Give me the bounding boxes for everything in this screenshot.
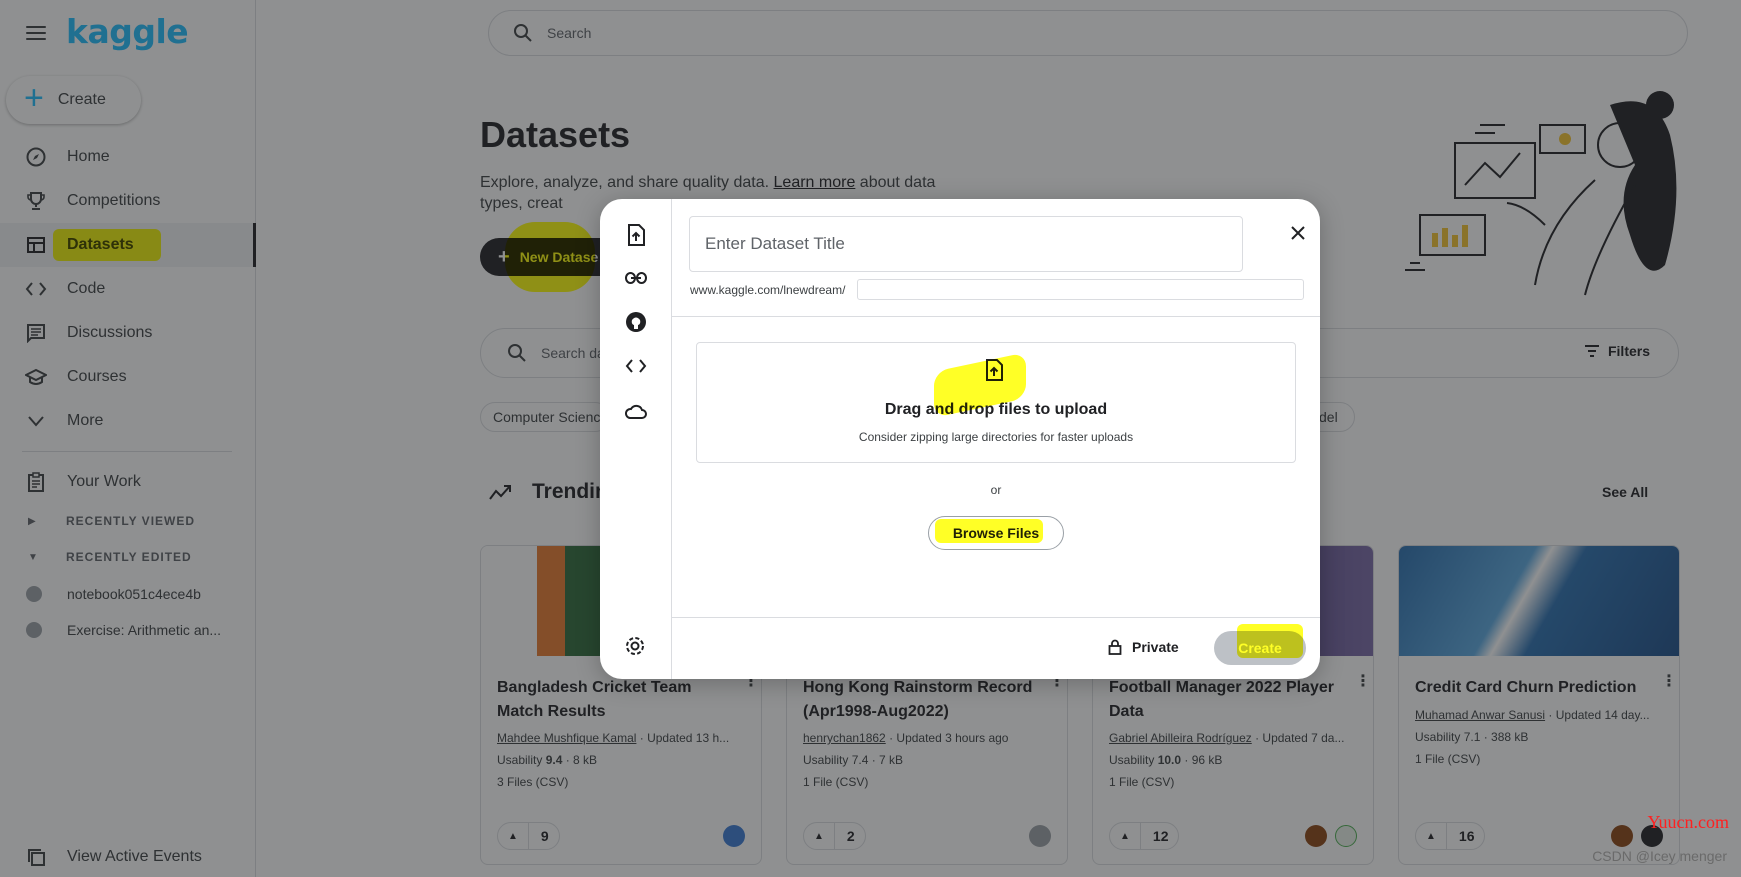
dataset-url-slug-input[interactable] [857,279,1304,300]
modal-footer-divider [672,617,1320,618]
dataset-title-input[interactable]: Enter Dataset Title [689,216,1243,272]
or-separator: or [990,483,1002,497]
upload-file-icon [986,359,1003,381]
source-rail [600,199,672,679]
code-icon[interactable] [624,354,648,378]
new-dataset-dialog: Enter Dataset Title www.kaggle.com/lnewd… [600,199,1320,679]
link-icon[interactable] [624,266,648,290]
url-prefix: www.kaggle.com/lnewdream/ [690,283,846,297]
upload-file-icon[interactable] [624,223,648,247]
file-dropzone[interactable]: Drag and drop files to upload Consider z… [696,342,1296,463]
dropzone-title: Drag and drop files to upload [884,401,1108,418]
watermark-site: Yuucn.com [1647,812,1729,832]
cloud-icon[interactable] [624,399,648,423]
browse-files-button[interactable]: Browse Files [928,516,1064,550]
page: kaggle + Create Home Competitions Datase… [0,0,1741,877]
close-icon[interactable] [1284,219,1312,247]
dropzone-subtitle: Consider zipping large directories for f… [858,430,1134,444]
modal-divider [672,316,1320,317]
privacy-label: Private [1132,639,1179,655]
github-icon[interactable] [624,310,648,334]
create-dataset-button[interactable]: Create [1214,631,1306,665]
watermark-author: CSDN @Icey menger [1592,848,1727,864]
settings-gear-icon[interactable] [624,635,646,662]
lock-icon [1108,639,1122,655]
privacy-toggle[interactable]: Private [1108,639,1179,655]
